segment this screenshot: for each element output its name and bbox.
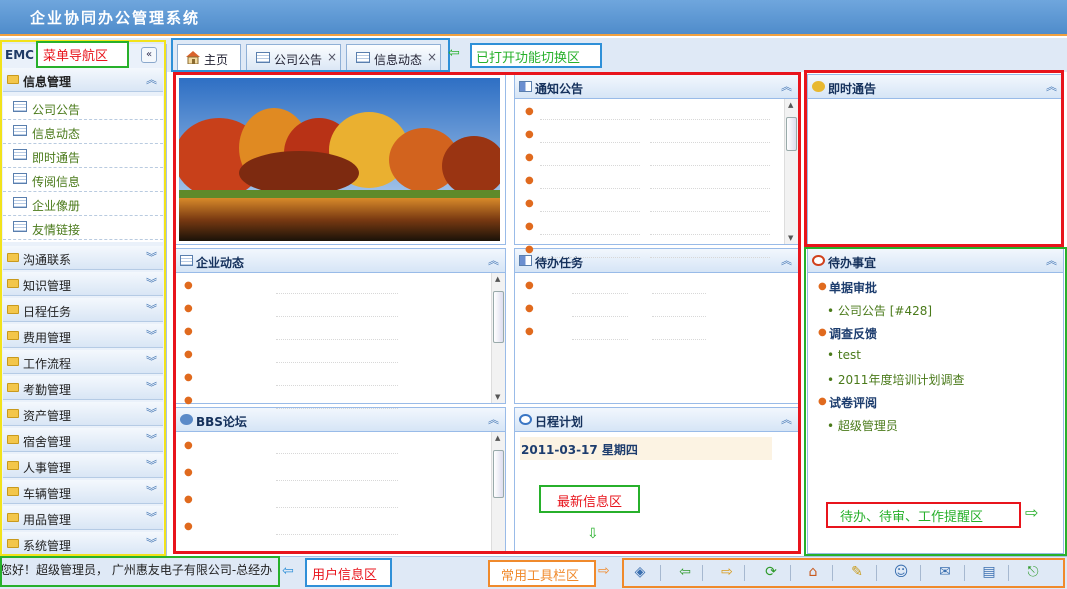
app-title: 企业协同办公管理系统 — [30, 9, 201, 27]
arrow-left-icon: ⇦ — [282, 563, 294, 579]
annotation-menu-nav: 菜单导航区 — [43, 49, 109, 64]
annotation-reminder: 待办、待审、工作提醒区 — [840, 510, 984, 525]
annotation-toolbar: 常用工具栏区 — [501, 569, 580, 584]
arrow-right-icon: ⇨ — [598, 563, 610, 579]
annotation-box-user — [0, 556, 280, 587]
arrow-right-icon: ⇨ — [1025, 503, 1039, 522]
annotation-opened-tabs: 已打开功能切换区 — [476, 51, 581, 66]
annotation-box-menu — [0, 40, 166, 556]
annotation-box-toolbar — [622, 558, 1065, 588]
arrow-down-icon: ⇩ — [587, 526, 599, 542]
annotation-box-instant — [804, 70, 1064, 247]
annotation-box-tabs — [171, 38, 450, 72]
annotation-box-latest — [173, 72, 801, 554]
annotation-user-info: 用户信息区 — [312, 568, 378, 583]
annotation-latest-info: 最新信息区 — [557, 495, 623, 510]
arrow-left-icon: ⇦ — [448, 45, 460, 61]
app-header: 企业协同办公管理系统 — [0, 0, 1067, 36]
